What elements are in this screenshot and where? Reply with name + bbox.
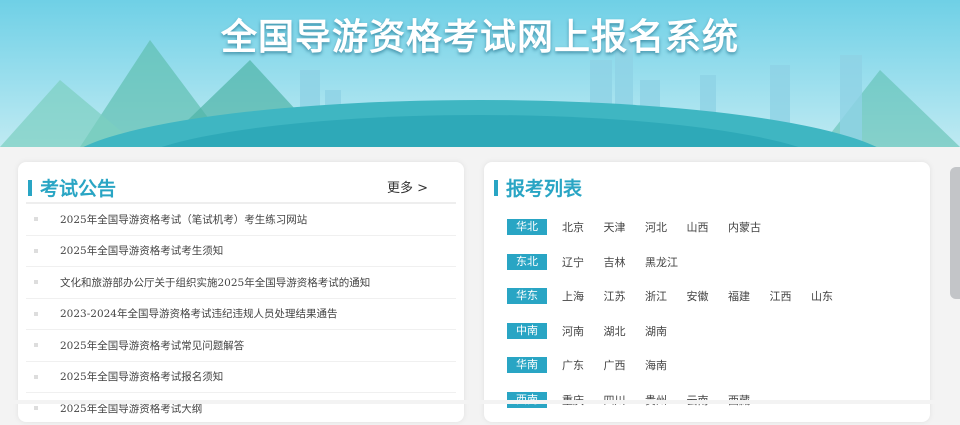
province-link[interactable]: 江苏 — [604, 288, 646, 304]
province-link[interactable]: 湖南 — [645, 323, 687, 339]
region-row: 华南 广东 广西 海南 — [507, 348, 853, 383]
notice-item[interactable]: 2023-2024年全国导游资格考试违纪违规人员处理结果通告 — [26, 299, 456, 330]
region-tag: 华南 — [507, 357, 547, 374]
notice-link[interactable]: 2025年全国导游资格考试常见问题解答 — [60, 338, 244, 353]
notice-link[interactable]: 2025年全国导游资格考试考生须知 — [60, 243, 223, 258]
notice-link[interactable]: 文化和旅游部办公厅关于组织实施2025年全国导游资格考试的通知 — [60, 275, 370, 290]
page-bottom — [0, 400, 960, 404]
region-row: 华北 北京 天津 河北 山西 内蒙古 — [507, 210, 853, 245]
bullet-icon — [34, 343, 38, 348]
notice-link[interactable]: 2025年全国导游资格考试（笔试机考）考生练习网站 — [60, 212, 307, 227]
region-row: 华东 上海 江苏 浙江 安徽 福建 江西 山东 — [507, 279, 853, 314]
province-link[interactable]: 山西 — [687, 219, 729, 235]
province-link[interactable]: 广西 — [604, 357, 646, 373]
region-list: 华北 北京 天津 河北 山西 内蒙古 东北 辽宁 吉林 黑龙江 华东 上海 江苏 浙江 安徽 福建 江西 山东 中南… — [507, 210, 853, 417]
province-link[interactable]: 山东 — [811, 288, 853, 304]
notices-panel: 考试公告 更多 > 2025年全国导游资格考试（笔试机考）考生练习网站 2025年… — [18, 162, 464, 425]
province-link[interactable]: 上海 — [562, 288, 604, 304]
notice-link[interactable]: 2023-2024年全国导游资格考试违纪违规人员处理结果通告 — [60, 306, 338, 321]
notice-item[interactable]: 2025年全国导游资格考试（笔试机考）考生练习网站 — [26, 204, 456, 236]
province-link[interactable]: 海南 — [645, 357, 687, 373]
title-bar — [494, 179, 498, 196]
province-link[interactable]: 黑龙江 — [645, 254, 687, 270]
province-link[interactable]: 内蒙古 — [728, 219, 770, 235]
notice-item[interactable]: 文化和旅游部办公厅关于组织实施2025年全国导游资格考试的通知 — [26, 267, 456, 299]
bullet-icon — [34, 280, 38, 285]
region-tag: 华北 — [507, 219, 547, 236]
notice-item[interactable]: 2025年全国导游资格考试报名须知 — [26, 362, 456, 393]
province-link[interactable]: 广东 — [562, 357, 604, 373]
province-link[interactable]: 天津 — [604, 219, 646, 235]
notice-item[interactable]: 2025年全国导游资格考试常见问题解答 — [26, 330, 456, 362]
region-tag: 华东 — [507, 288, 547, 305]
province-link[interactable]: 河北 — [645, 219, 687, 235]
notice-item[interactable]: 2025年全国导游资格考试大纲 — [26, 393, 456, 425]
province-link[interactable]: 江西 — [770, 288, 812, 304]
regions-title: 报考列表 — [506, 178, 583, 200]
page-title: 全国导游资格考试网上报名系统 — [220, 17, 739, 58]
notice-link[interactable]: 2025年全国导游资格考试报名须知 — [60, 369, 223, 384]
province-link[interactable]: 辽宁 — [562, 254, 604, 270]
province-link[interactable]: 浙江 — [645, 288, 687, 304]
bullet-icon — [34, 374, 38, 379]
registration-panel: 报考列表 华北 北京 天津 河北 山西 内蒙古 东北 辽宁 吉林 黑龙江 华东 上海 江苏 浙江 安徽 福建江… — [484, 162, 930, 422]
notice-list: 2025年全国导游资格考试（笔试机考）考生练习网站 2025年全国导游资格考试考生… — [26, 204, 456, 425]
province-link[interactable]: 河南 — [562, 323, 604, 339]
header-banner: 全国导游资格考试网上报名系统 — [0, 0, 960, 147]
province-link[interactable]: 湖北 — [604, 323, 646, 339]
notices-title: 考试公告 — [40, 178, 117, 200]
more-link[interactable]: 更多 > — [387, 177, 428, 196]
bullet-icon — [34, 248, 38, 253]
notice-item[interactable]: 2025年全国导游资格考试考生须知 — [26, 236, 456, 267]
side-float-panel[interactable] — [950, 167, 960, 299]
title-bar — [28, 179, 32, 196]
region-tag: 中南 — [507, 322, 547, 339]
province-link[interactable]: 福建 — [728, 288, 770, 304]
bullet-icon — [34, 406, 38, 411]
region-row: 中南 河南 湖北 湖南 — [507, 314, 853, 349]
bullet-icon — [34, 311, 38, 316]
province-link[interactable]: 北京 — [562, 219, 604, 235]
bullet-icon — [34, 217, 38, 222]
province-link[interactable]: 安徽 — [687, 288, 729, 304]
province-link[interactable]: 吉林 — [604, 254, 646, 270]
region-row: 东北 辽宁 吉林 黑龙江 — [507, 245, 853, 280]
region-tag: 东北 — [507, 253, 547, 270]
